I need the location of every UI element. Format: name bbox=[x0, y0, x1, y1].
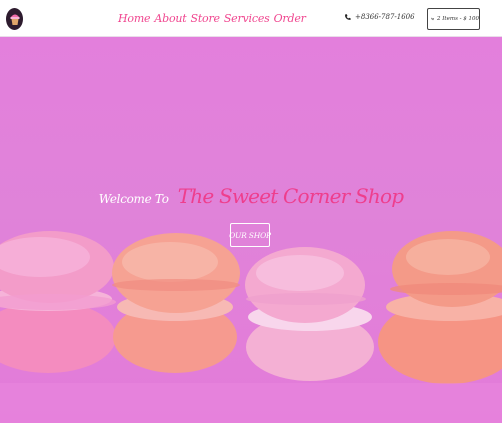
hero-banner: Welcome To The Sweet Corner Shop OUR SHO… bbox=[0, 37, 502, 423]
our-shop-button[interactable]: OUR SHOP bbox=[229, 223, 271, 247]
nav-link-home[interactable]: Home bbox=[118, 11, 151, 27]
main-navigation: Home About Store Services Order bbox=[118, 11, 306, 27]
cart-icon bbox=[431, 17, 434, 21]
phone-number: +8366-787-1606 bbox=[355, 13, 415, 21]
nav-link-services[interactable]: Services bbox=[224, 11, 270, 27]
phone-contact[interactable]: +8366-787-1606 bbox=[344, 13, 415, 21]
cart-summary: 2 Items - $ 100 bbox=[436, 16, 479, 22]
cart-button[interactable]: 2 Items - $ 100 bbox=[427, 8, 480, 30]
nav-link-order[interactable]: Order bbox=[274, 11, 306, 27]
hero-headline: Welcome To The Sweet Corner Shop bbox=[0, 184, 502, 208]
cupcake-icon bbox=[10, 14, 19, 25]
phone-icon bbox=[345, 14, 351, 20]
navbar: Home About Store Services Order +8366-78… bbox=[0, 0, 502, 37]
nav-link-store[interactable]: Store bbox=[190, 11, 220, 27]
shop-name: The Sweet Corner Shop bbox=[177, 184, 404, 208]
nav-link-about[interactable]: About bbox=[154, 11, 186, 27]
cupcake-logo[interactable] bbox=[6, 8, 23, 30]
welcome-text: Welcome To bbox=[98, 192, 169, 206]
